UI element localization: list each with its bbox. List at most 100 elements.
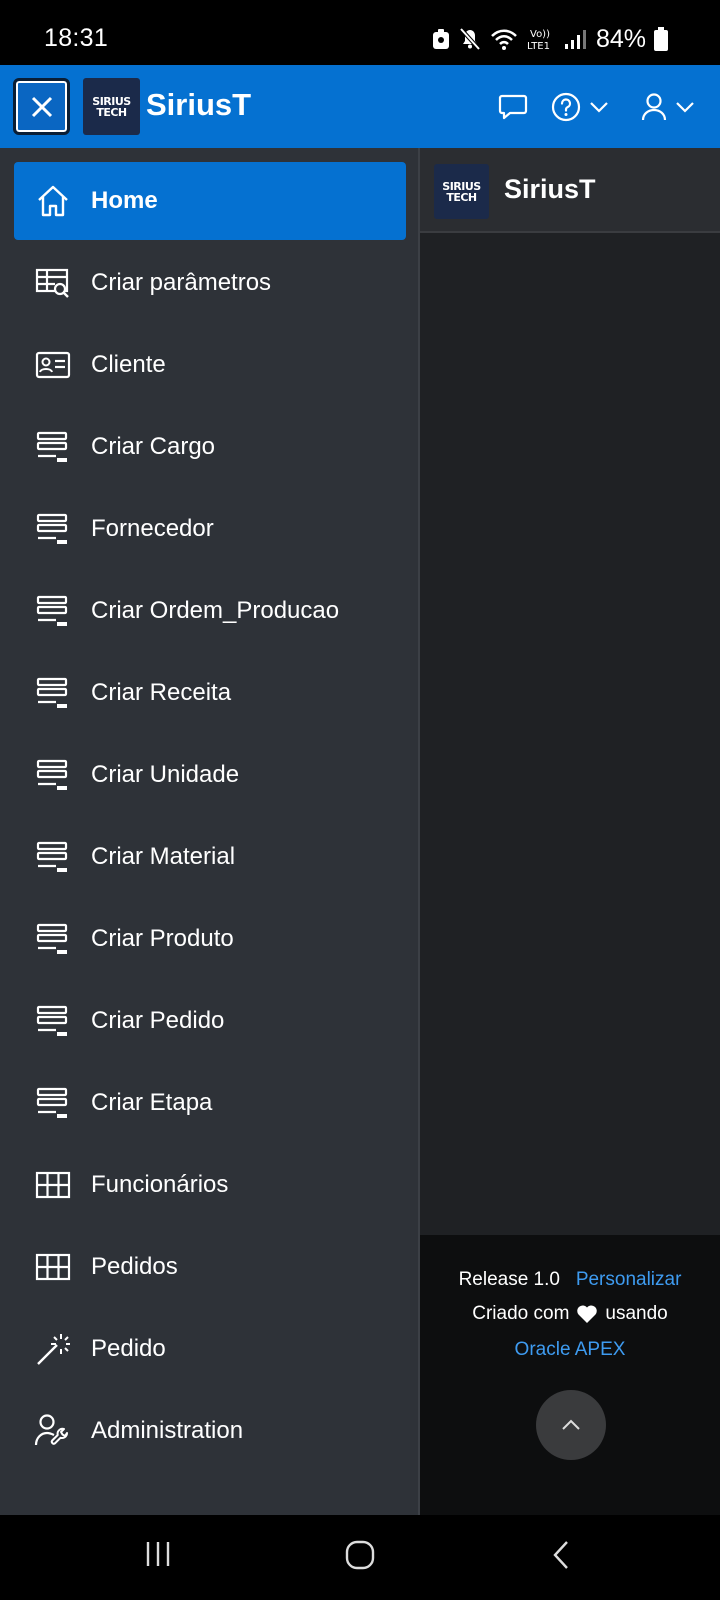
nav-label: Criar Unidade: [91, 761, 240, 788]
nav-label: Criar Material: [91, 843, 236, 870]
recents-button[interactable]: [143, 1539, 173, 1569]
form-icon: [34, 674, 72, 712]
footer-release-row: Release 1.0 Personalizar: [420, 1269, 720, 1291]
nav-item-criar-unidade[interactable]: Criar Unidade: [14, 736, 406, 814]
nav-item-home[interactable]: Home: [14, 162, 406, 240]
chat-icon: [498, 94, 528, 120]
side-navigation: Home Criar parâmetros Cliente Criar Carg…: [0, 148, 418, 1515]
using-text: usando: [605, 1303, 668, 1324]
nav-item-administration[interactable]: Administration: [14, 1392, 406, 1470]
nav-item-criar-pedido[interactable]: Criar Pedido: [14, 982, 406, 1060]
form-icon: [34, 920, 72, 958]
nav-label: Pedido: [91, 1335, 166, 1362]
customize-link[interactable]: Personalizar: [576, 1269, 682, 1290]
nav-item-funcionarios[interactable]: Funcionários: [14, 1146, 406, 1224]
nav-label: Administration: [91, 1417, 244, 1444]
nav-item-criar-material[interactable]: Criar Material: [14, 818, 406, 896]
form-icon: [34, 756, 72, 794]
id-card-icon: [34, 346, 72, 384]
grid-icon: [34, 1248, 72, 1286]
form-icon: [34, 510, 72, 548]
nav-item-pedido[interactable]: Pedido: [14, 1310, 406, 1388]
back-button[interactable]: [549, 1539, 573, 1571]
grid-icon: [34, 1166, 72, 1204]
header-actions: [498, 88, 696, 126]
footer-apex-row: Oracle APEX: [420, 1339, 720, 1361]
nav-item-pedidos[interactable]: Pedidos: [14, 1228, 406, 1306]
lock-app-icon: [432, 29, 449, 49]
magic-wand-icon: [34, 1330, 72, 1368]
logo-text-line2: TECH: [96, 105, 127, 119]
form-icon: [34, 1084, 72, 1122]
nav-item-cliente[interactable]: Cliente: [14, 326, 406, 404]
table-search-icon: [34, 264, 72, 302]
form-icon: [34, 1002, 72, 1040]
nav-item-criar-cargo[interactable]: Criar Cargo: [14, 408, 406, 486]
app-header: SIRIUS TECH SiriusT: [0, 65, 720, 148]
nav-label: Criar parâmetros: [91, 269, 272, 296]
status-time: 18:31: [44, 24, 109, 52]
battery-icon: [654, 27, 668, 51]
status-icons: Vo)) LTE1 84%: [432, 22, 668, 56]
home-icon: [34, 182, 72, 220]
page-footer: Release 1.0 Personalizar Criado com usan…: [420, 1235, 720, 1515]
nav-label: Pedidos: [91, 1253, 178, 1280]
volte-icon: Vo))LTE1: [527, 29, 550, 52]
oracle-apex-link[interactable]: Oracle APEX: [515, 1339, 626, 1360]
region-title: SiriusT: [504, 174, 596, 204]
logo-text-line2: TECH: [446, 190, 477, 204]
svg-text:Vo)): Vo)): [530, 29, 550, 40]
chevron-down-icon: [676, 102, 694, 113]
home-button[interactable]: [344, 1539, 376, 1571]
app-logo[interactable]: SIRIUS TECH: [83, 78, 140, 135]
recents-icon: [146, 1542, 170, 1566]
feedback-button[interactable]: [498, 88, 528, 126]
nav-item-criar-produto[interactable]: Criar Produto: [14, 900, 406, 978]
nav-label: Criar Etapa: [91, 1089, 213, 1116]
user-icon: [641, 93, 667, 121]
main-content: SIRIUS TECH SiriusT Release 1.0 Personal…: [420, 148, 720, 1515]
nav-item-criar-receita[interactable]: Criar Receita: [14, 654, 406, 732]
scroll-to-top-button[interactable]: [536, 1390, 606, 1460]
battery-percent: 84%: [595, 24, 646, 53]
app-title[interactable]: SiriusT: [146, 87, 251, 123]
signal-icon: [564, 30, 586, 49]
close-icon: [31, 96, 52, 117]
nav-label: Criar Receita: [91, 679, 232, 706]
user-wrench-icon: [34, 1412, 72, 1450]
nav-label: Fornecedor: [91, 515, 214, 542]
user-menu-button[interactable]: [640, 88, 696, 126]
nav-label: Criar Produto: [91, 925, 234, 952]
nav-label: Criar Pedido: [91, 1007, 225, 1034]
back-icon: [553, 1541, 568, 1569]
mute-icon: [459, 27, 481, 51]
help-menu-button[interactable]: [550, 88, 610, 126]
close-nav-button[interactable]: [13, 78, 70, 135]
nav-label: Cliente: [91, 351, 166, 378]
form-icon: [34, 592, 72, 630]
nav-item-criar-parametros[interactable]: Criar parâmetros: [14, 244, 406, 322]
help-icon: [551, 92, 581, 122]
footer-made-with-row: Criado com usando: [420, 1303, 720, 1325]
release-text: Release 1.0: [458, 1269, 560, 1290]
nav-item-criar-ordem-producao[interactable]: Criar Ordem_Producao: [14, 572, 406, 650]
svg-text:LTE1: LTE1: [527, 41, 550, 52]
region-header: SIRIUS TECH SiriusT: [420, 148, 720, 233]
wifi-icon: [491, 29, 517, 50]
nav-label: Criar Cargo: [91, 433, 216, 460]
nav-item-fornecedor[interactable]: Fornecedor: [14, 490, 406, 568]
logo-text-line1: SIRIUS: [92, 94, 131, 108]
logo-text-line1: SIRIUS: [442, 179, 481, 193]
made-with-text: Criado com: [472, 1303, 570, 1324]
nav-item-criar-etapa[interactable]: Criar Etapa: [14, 1064, 406, 1142]
nav-label: Home: [91, 187, 158, 214]
chevron-up-icon: [562, 1419, 580, 1430]
nav-label: Criar Ordem_Producao: [91, 597, 340, 624]
system-navigation-bar: [0, 1515, 720, 1600]
home-circle-icon: [345, 1540, 375, 1570]
region-logo: SIRIUS TECH: [434, 164, 489, 219]
form-icon: [34, 838, 72, 876]
form-icon: [34, 428, 72, 466]
heart-icon: [577, 1305, 598, 1323]
nav-label: Funcionários: [91, 1171, 229, 1198]
